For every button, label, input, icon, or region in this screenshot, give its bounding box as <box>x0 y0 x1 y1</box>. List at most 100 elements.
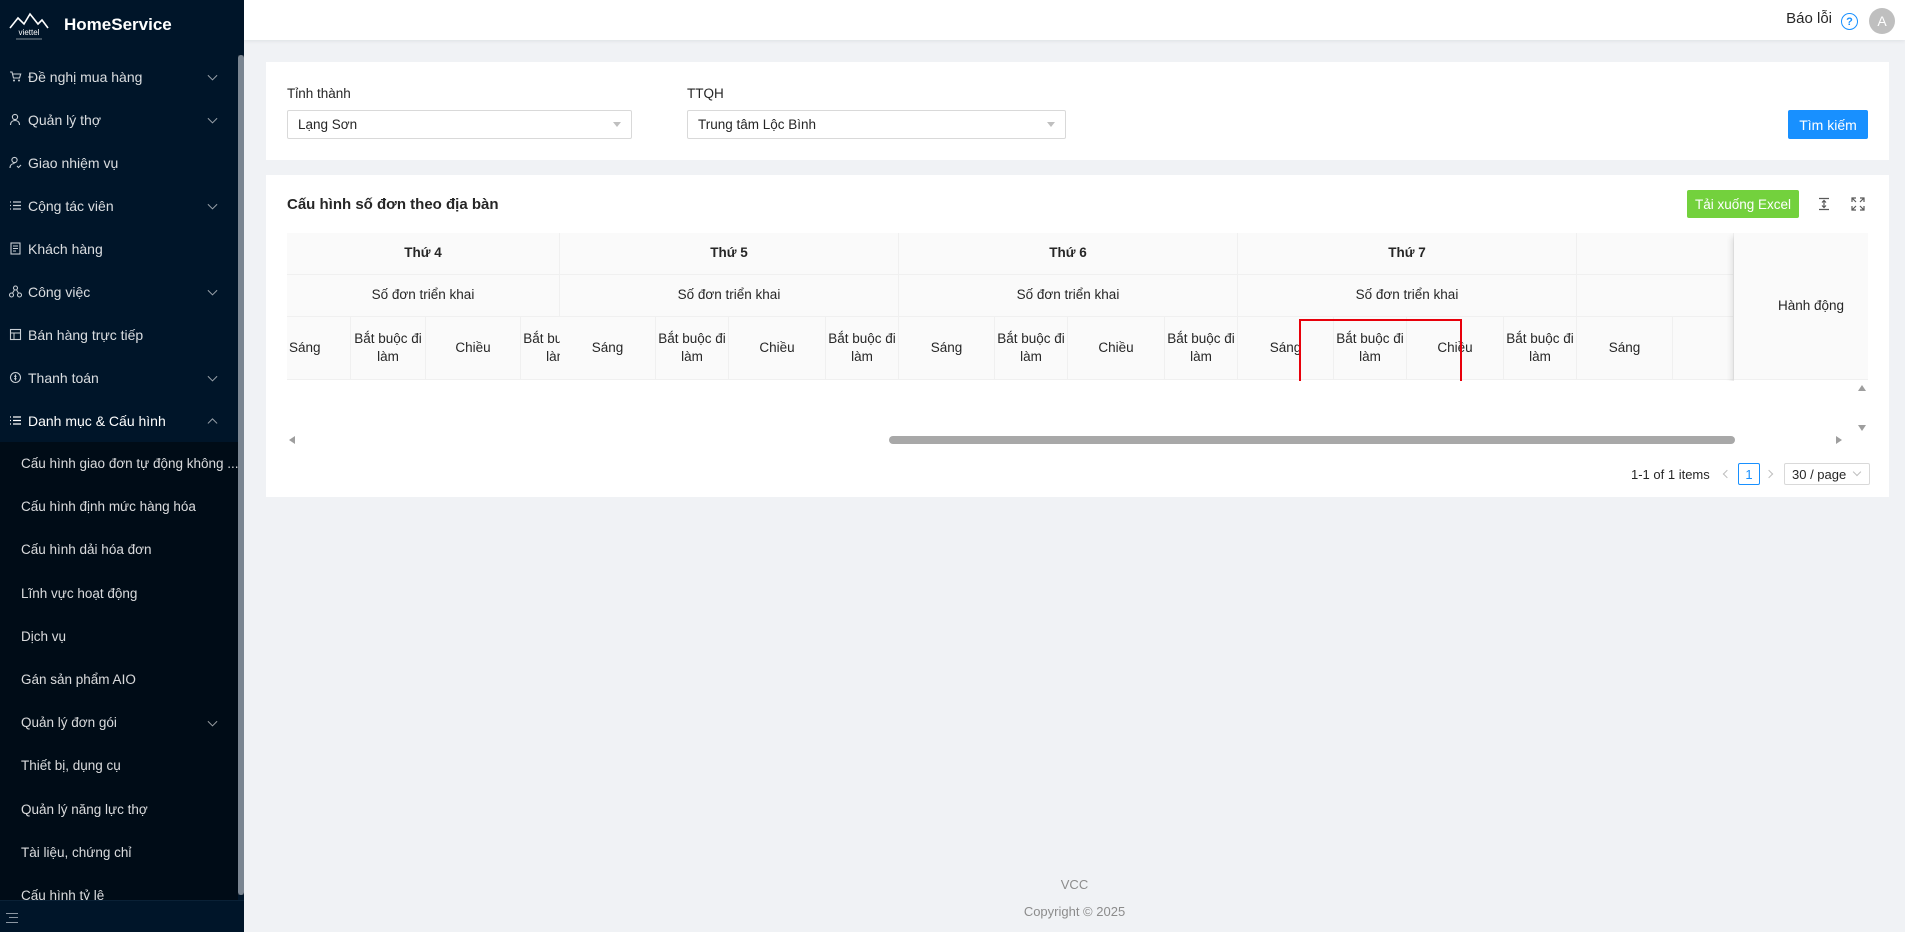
shop-icon <box>8 328 22 342</box>
col-next <box>1673 317 1734 380</box>
sidebar-subitem-label: Cấu hình dải hóa đơn <box>21 542 152 558</box>
district-select[interactable]: Trung tâm Lộc Bình <box>687 110 1066 139</box>
table-card: Cấu hình số đơn theo địa bàn Tải xuống E… <box>266 175 1889 497</box>
table-title: Cấu hình số đơn theo địa bàn <box>287 196 499 213</box>
table-row: 1 5 6 2 2 1 0 0 <box>287 380 1868 381</box>
sidebar-subitem-goods-quota[interactable]: Cấu hình định mức hàng hóa <box>0 485 238 528</box>
header-thu5: Thứ 5 <box>560 233 899 275</box>
sidebar-item-label: Khách hàng <box>28 240 103 257</box>
sidebar-subitem-equipment[interactable]: Thiết bị, dụng cụ <box>0 744 238 787</box>
col-bat-buoc: Bắt buộc đi làm <box>1504 317 1577 380</box>
sidebar-item-workers[interactable]: Quản lý thợ <box>0 98 238 141</box>
caret-down-icon <box>613 122 621 127</box>
sidebar-item-assign-task[interactable]: Giao nhiệm vụ <box>0 141 238 184</box>
action-header: Hành động <box>1734 233 1868 380</box>
prev-page-icon[interactable] <box>1722 469 1732 479</box>
sidebar-subitem-worker-capacity[interactable]: Quản lý năng lực thợ <box>0 788 238 831</box>
group-header: Số đơn triển khai <box>899 275 1238 317</box>
sidebar-subitem-documents[interactable]: Tài liệu, chứng chỉ <box>0 831 238 874</box>
col-sang: Sáng <box>899 317 995 380</box>
page-1-button[interactable]: 1 <box>1738 463 1760 485</box>
page-size-select[interactable]: 30 / page <box>1784 463 1870 485</box>
scroll-left-arrow[interactable] <box>289 436 295 444</box>
sidebar-subitem-label: Quản lý năng lực thợ <box>21 801 148 817</box>
chevron-down-icon <box>207 371 218 382</box>
fullscreen-icon[interactable] <box>1851 197 1865 211</box>
sidebar-item-collaborators[interactable]: Cộng tác viên <box>0 184 238 227</box>
sidebar-item-label: Bán hàng trực tiếp <box>28 326 144 343</box>
sidebar-subitem-label: Lĩnh vực hoạt động <box>21 585 138 601</box>
col-sang: Sáng <box>1577 317 1673 380</box>
col-bat-buoc: Bắt buộc đi làm <box>826 317 899 380</box>
sidebar-collapse-button[interactable] <box>0 900 244 932</box>
export-excel-button[interactable]: Tải xuống Excel <box>1687 190 1799 218</box>
sidebar-subitem-services[interactable]: Dịch vụ <box>0 615 238 658</box>
chevron-down-icon <box>207 70 218 81</box>
footer-copyright: Copyright © 2025 <box>1023 904 1126 919</box>
sidebar-subitem-invoice-range[interactable]: Cấu hình dải hóa đơn <box>0 528 238 571</box>
province-label: Tỉnh thành <box>287 86 351 101</box>
payment-icon <box>8 371 22 385</box>
viettel-logo: viettel <box>8 8 50 42</box>
table-horizontal-scrollbar[interactable] <box>287 433 1842 445</box>
user-task-icon <box>8 156 22 170</box>
column-height-icon[interactable] <box>1817 197 1831 211</box>
menu-fold-icon <box>6 913 18 923</box>
district-label: TTQH <box>687 86 724 101</box>
list-icon <box>8 199 22 213</box>
sidebar-item-label: Thanh toán <box>28 369 99 386</box>
header-thu7: Thứ 7 <box>1238 233 1577 275</box>
footer-company: VCC <box>1060 877 1089 892</box>
sidebar-item-purchase-request[interactable]: Đề nghị mua hàng <box>0 55 238 98</box>
district-select-value: Trung tâm Lộc Bình <box>698 117 817 132</box>
action-column: Hành động <box>1734 233 1868 381</box>
chevron-up-icon <box>207 417 218 428</box>
file-icon <box>8 242 22 256</box>
help-icon[interactable]: ? <box>1841 13 1858 30</box>
sidebar-item-customers[interactable]: Khách hàng <box>0 227 238 270</box>
user-icon <box>8 113 22 127</box>
sidebar-subitem-auto-assign-config[interactable]: Cấu hình giao đơn tự động không ... <box>0 442 238 485</box>
next-page-icon[interactable] <box>1764 469 1774 479</box>
province-select[interactable]: Lạng Sơn <box>287 110 632 139</box>
sidebar-scrollbar-thumb[interactable] <box>238 55 244 895</box>
table-vertical-scrollbar[interactable] <box>1856 383 1868 433</box>
sidebar-subitem-label: Thiết bị, dụng cụ <box>21 758 121 774</box>
col-chieu: Chiều <box>426 317 521 380</box>
sidebar-item-direct-sales[interactable]: Bán hàng trực tiếp <box>0 313 238 356</box>
horizontal-scrollbar-thumb[interactable] <box>889 436 1735 444</box>
scroll-down-arrow[interactable] <box>1858 425 1866 431</box>
cart-icon <box>8 70 22 84</box>
chevron-down-icon <box>1852 467 1862 477</box>
sidebar-scrollbar[interactable] <box>238 55 244 895</box>
sidebar-subitem-packages[interactable]: Quản lý đơn gói <box>0 701 238 744</box>
top-header: Báo lỗi ? A <box>244 0 1905 40</box>
sidebar: viettel HomeService Đề nghị mua hàng Quả… <box>0 0 244 932</box>
province-select-value: Lạng Sơn <box>298 117 358 132</box>
sidebar-item-jobs[interactable]: Công việc <box>0 270 238 313</box>
sidebar-subitem-aio-products[interactable]: Gán sản phẩm AIO <box>0 658 238 701</box>
filter-card: Tỉnh thành Lạng Sơn TTQH Trung tâm Lộc B… <box>266 62 1889 160</box>
header-thu6: Thứ 6 <box>899 233 1238 275</box>
col-chieu: Chiều <box>1068 317 1165 380</box>
sidebar-subitem-field-of-activity[interactable]: Lĩnh vực hoạt động <box>0 572 238 615</box>
sidebar-item-catalog-config[interactable]: Danh mục & Cấu hình <box>0 399 238 442</box>
caret-down-icon <box>1047 122 1055 127</box>
sidebar-submenu: Cấu hình giao đơn tự động không ... Cấu … <box>0 442 238 918</box>
list-icon <box>8 414 22 428</box>
brand[interactable]: viettel HomeService <box>0 0 244 50</box>
col-sang: Sáng <box>560 317 656 380</box>
chevron-down-icon <box>207 113 218 124</box>
pagination-summary: 1-1 of 1 items <box>1631 466 1710 482</box>
sidebar-menu: Đề nghị mua hàng Quản lý thợ Giao nhiệm … <box>0 55 238 918</box>
scroll-up-arrow[interactable] <box>1858 385 1866 391</box>
sidebar-subitem-label: Gán sản phẩm AIO <box>21 672 136 688</box>
chevron-down-icon <box>207 716 218 727</box>
logo-text: viettel <box>19 28 40 37</box>
scroll-right-arrow[interactable] <box>1836 436 1842 444</box>
search-button[interactable]: Tìm kiếm <box>1788 110 1868 139</box>
avatar[interactable]: A <box>1869 8 1895 34</box>
sidebar-item-payment[interactable]: Thanh toán <box>0 356 238 399</box>
highlight-box <box>1299 319 1462 381</box>
report-bug-link[interactable]: Báo lỗi <box>1786 10 1832 27</box>
